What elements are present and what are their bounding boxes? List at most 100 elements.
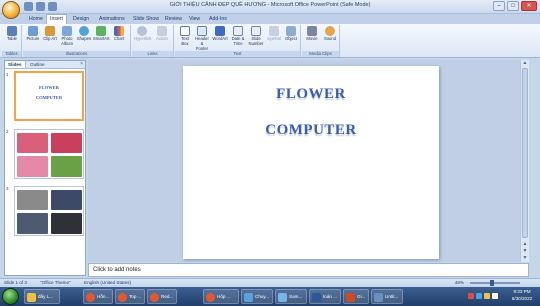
tray-icon[interactable] [468,293,474,299]
slide-number-button[interactable]: Slide Number [248,26,264,46]
zoom-slider[interactable] [470,280,520,286]
tab-slide-show[interactable]: Slide Show [130,15,162,23]
tab-slides[interactable]: Slides [5,61,26,68]
wordart-button[interactable]: WordArt [212,26,228,41]
taskbar-item[interactable]: Top ... [115,289,145,304]
tab-home[interactable]: Home [26,15,46,23]
clock[interactable]: 9:33 PM 6/30/2022 [508,289,536,302]
ribbon-tabs: Home Insert Design Animations Slide Show… [0,14,540,24]
minimize-button[interactable]: – [493,1,505,11]
group-text: Text Box Header & Footer WordArt Date & … [175,25,301,57]
previous-slide-icon[interactable]: ▲ [521,241,529,248]
vertical-scrollbar[interactable]: ▲ ▲ ▼ ▼ [520,60,529,262]
computer-photo [51,190,82,210]
tray-icon[interactable] [484,293,490,299]
app-icon [278,293,287,302]
close-icon[interactable]: × [80,61,83,67]
tray-icon[interactable] [476,293,482,299]
slide-indicator: Slide 1 of 3 [4,280,27,285]
taskbar-item[interactable]: Chuy... [241,289,273,304]
tab-review[interactable]: Review [162,15,185,23]
start-button[interactable] [2,288,19,305]
scroll-up-icon[interactable]: ▲ [521,60,529,67]
chart-icon [114,26,124,36]
action-button[interactable]: Action [154,26,170,41]
language-indicator[interactable]: English (United States) [84,280,131,285]
status-bar: Slide 1 of 3 "Office Theme" English (Uni… [0,278,540,287]
action-icon [157,26,167,36]
taskbar-item[interactable]: Sam... [275,289,307,304]
powerpoint-icon [346,293,355,302]
scroll-down-icon[interactable]: ▼ [521,255,529,262]
system-tray: 9:33 PM 6/30/2022 [466,288,538,305]
flower-photo [17,133,48,153]
smartart-button[interactable]: SmartArt [93,26,110,41]
clock-date: 6/30/2022 [511,295,533,301]
symbol-button[interactable]: Symbol [266,26,282,41]
text-box-icon [180,26,190,36]
computer-photo [17,190,48,210]
photo-album-button[interactable]: Photo Album [59,26,75,46]
slide-thumbnail-1[interactable]: FLOWER COMPUTER [14,71,84,121]
current-slide[interactable]: FLOWER COMPUTER [183,66,439,259]
theme-name: "Office Theme" [40,280,71,285]
slide-number: 1 [6,72,9,77]
close-button[interactable]: ✕ [521,1,537,11]
next-slide-icon[interactable]: ▼ [521,248,529,255]
tab-outline[interactable]: Outline [27,61,48,68]
hyperlink-button[interactable]: Hyperlink [134,26,151,41]
taskbar-item[interactable]: Red... [147,289,177,304]
tab-add-ins[interactable]: Add-Ins [206,15,230,23]
flower-photo [51,156,82,177]
folder-icon [27,293,36,302]
tab-insert[interactable]: Insert [46,14,67,24]
maximize-button[interactable]: □ [507,1,519,11]
taskbar-item[interactable]: toán ... [309,289,341,304]
zoom-level[interactable]: 48% [455,280,464,285]
text-box-button[interactable]: Text Box [177,26,193,46]
app-icon [374,293,383,302]
browser-icon [206,293,215,302]
taskbar-item[interactable]: Hôp ... [203,289,239,304]
header-footer-icon [197,26,207,36]
taskbar-item[interactable]: Untit... [371,289,403,304]
slide-number-icon [251,26,261,36]
wordart-icon [215,26,225,36]
flower-photo [17,156,48,177]
zoom-slider-handle[interactable] [490,280,494,286]
tray-icon[interactable] [492,293,498,299]
table-button[interactable]: Table [4,26,20,41]
clip-art-button[interactable]: Clip Art [42,26,58,41]
object-button[interactable]: Object [283,26,299,41]
date-time-button[interactable]: Date & Time [230,26,246,46]
office-button[interactable] [2,1,20,19]
flower-photo [51,133,82,153]
tab-view[interactable]: View [186,15,203,23]
notes-pane[interactable]: Click to add notes [88,263,529,277]
ribbon: Table Tables Picture Clip Art Photo Albu… [0,24,540,58]
window-title: GIỚI THIỆU CẢNH ĐẸP QUÊ HƯƠNG - Microsof… [169,2,371,8]
shapes-button[interactable]: Shapes [76,26,92,41]
picture-button[interactable]: Picture [25,26,41,41]
sound-button[interactable]: Sound [322,26,338,41]
shapes-icon [79,26,89,36]
tab-design[interactable]: Design [70,15,92,23]
notes-placeholder: Click to add notes [93,267,141,273]
tab-animations[interactable]: Animations [96,15,128,23]
thumb-line-1: FLOWER [38,85,59,90]
browser-icon [86,293,95,302]
movie-button[interactable]: Movie [304,26,320,41]
header-footer-button[interactable]: Header & Footer [194,26,210,51]
taskbar-item[interactable]: Gi... [343,289,369,304]
smartart-icon [96,26,106,36]
slide-title-flower[interactable]: FLOWER [183,86,439,103]
chart-button[interactable]: Chart [111,26,127,41]
title-bar: GIỚI THIỆU CẢNH ĐẸP QUÊ HƯƠNG - Microsof… [0,0,540,19]
group-media-clips: Movie Sound Media Clips [302,25,340,57]
slide-title-computer[interactable]: COMPUTER [183,122,439,139]
slide-thumbnail-3[interactable] [14,186,84,236]
scroll-thumb[interactable] [522,68,528,238]
slide-thumbnail-2[interactable] [14,129,84,179]
taskbar-item[interactable]: Hồn... [83,289,113,304]
taskbar-item[interactable]: đây L... [24,289,60,304]
